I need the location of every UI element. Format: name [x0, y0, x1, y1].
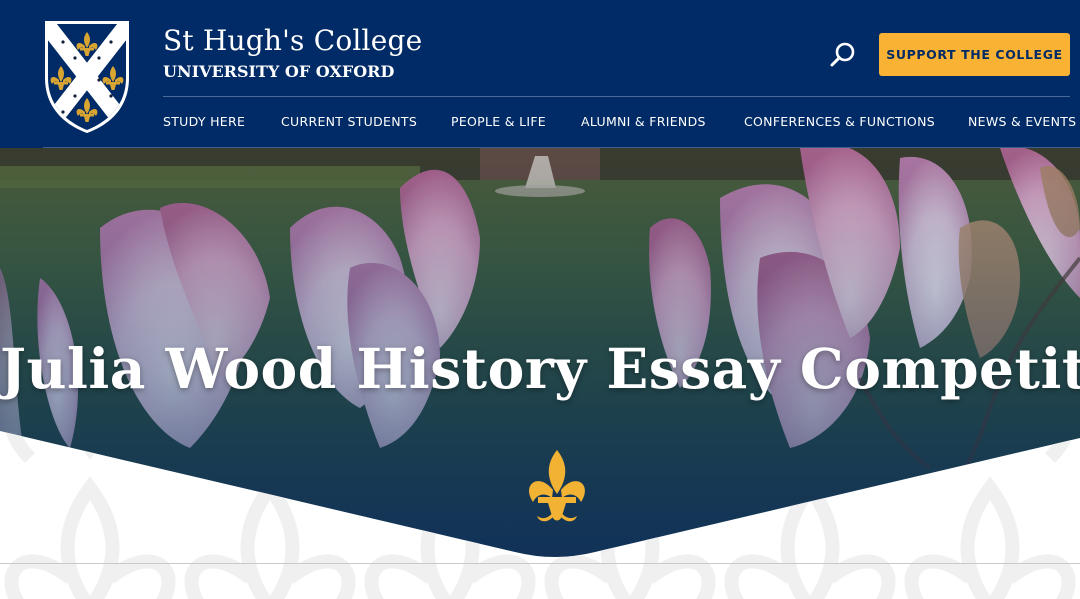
nav-item-news-events[interactable]: NEWS & EVENTS [968, 114, 1076, 129]
main-navigation: STUDY HERE CURRENT STUDENTS PEOPLE & LIF… [0, 108, 1080, 136]
nav-item-alumni-friends[interactable]: ALUMNI & FRIENDS [581, 114, 706, 129]
site-header: St Hugh's College UNIVERSITY OF OXFORD S… [0, 0, 1080, 148]
page-title: Julia Wood History Essay Competition [0, 336, 1080, 401]
nav-divider [163, 96, 1070, 97]
university-name: UNIVERSITY OF OXFORD [163, 62, 395, 81]
nav-item-people-life[interactable]: PEOPLE & LIFE [451, 114, 546, 129]
hero-banner: Julia Wood History Essay Competition [0, 148, 1080, 599]
search-button[interactable] [828, 40, 858, 70]
search-icon [830, 42, 855, 67]
nav-item-current-students[interactable]: CURRENT STUDENTS [281, 114, 417, 129]
content-divider [0, 563, 1080, 564]
college-name[interactable]: St Hugh's College [163, 24, 422, 57]
support-the-college-button[interactable]: SUPPORT THE COLLEGE [879, 33, 1070, 76]
nav-item-study-here[interactable]: STUDY HERE [163, 114, 245, 129]
nav-item-conferences-functions[interactable]: CONFERENCES & FUNCTIONS [744, 114, 935, 129]
